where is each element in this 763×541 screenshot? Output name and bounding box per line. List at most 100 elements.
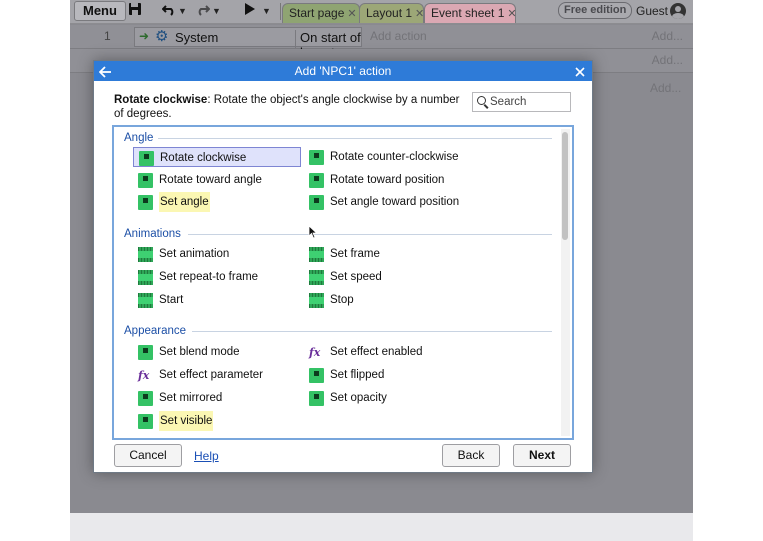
main-toolbar: Menu ▼ ▼ ▼ Start page ✕ Layout 1 ✕ Event s…: [70, 0, 693, 24]
action-set-opacity[interactable]: Set opacity: [304, 388, 469, 408]
action-label: Set mirrored: [159, 392, 223, 404]
add-link[interactable]: Add...: [652, 53, 683, 67]
cancel-button[interactable]: Cancel: [114, 444, 182, 467]
animation-icon: [138, 293, 153, 308]
tab-label: Event sheet 1: [431, 6, 505, 20]
action-label: Set animation: [159, 248, 230, 260]
undo-dropdown-icon[interactable]: ▼: [178, 1, 187, 21]
search-input[interactable]: [490, 94, 568, 110]
redo-dropdown-icon[interactable]: ▼: [212, 1, 221, 21]
action-set-animation[interactable]: Set animation: [133, 244, 298, 264]
event-number: 1: [104, 29, 111, 43]
sprite-icon: [309, 150, 324, 165]
action-list[interactable]: Angle Rotate clockwise Rotate counter-cl…: [112, 125, 574, 440]
action-label: Set angle: [159, 192, 210, 212]
action-set-visible[interactable]: Set visible: [133, 411, 298, 431]
next-button[interactable]: Next: [513, 444, 571, 467]
sprite-icon: [309, 368, 324, 383]
category-divider: [158, 138, 552, 139]
condition-object: System: [175, 30, 219, 45]
event-condition[interactable]: ➜ ⚙ System On start of layout: [134, 27, 362, 60]
action-label: Rotate toward angle: [159, 174, 262, 186]
dialog-title-bar: Add 'NPC1' action: [94, 61, 592, 81]
category-divider: [188, 234, 552, 235]
tab-layout-1[interactable]: Layout 1 ✕: [359, 3, 424, 23]
play-dropdown-icon[interactable]: ▼: [262, 1, 271, 21]
sprite-icon: [138, 195, 153, 210]
close-icon[interactable]: [575, 61, 585, 81]
animation-icon: [138, 270, 153, 285]
action-label: Start: [159, 294, 184, 306]
action-rotate-toward-angle[interactable]: Rotate toward angle: [133, 170, 298, 190]
add-action-link[interactable]: Add action: [370, 29, 427, 43]
action-label: Set opacity: [330, 392, 387, 404]
action-stop[interactable]: Stop: [304, 290, 469, 310]
action-set-mirrored[interactable]: Set mirrored: [133, 388, 298, 408]
action-label: Set frame: [330, 248, 380, 260]
action-set-angle[interactable]: Set angle: [133, 192, 298, 212]
play-icon[interactable]: [244, 1, 256, 21]
add-link[interactable]: Add...: [650, 81, 681, 95]
action-label: Set effect enabled: [330, 346, 423, 358]
action-rotate-toward-position[interactable]: Rotate toward position: [304, 170, 469, 190]
action-set-speed[interactable]: Set speed: [304, 267, 469, 287]
event-row[interactable]: 1 ➜ ⚙ System On start of layout Add acti…: [70, 25, 693, 60]
category-angle: Angle: [124, 132, 154, 144]
redo-icon[interactable]: [196, 1, 211, 21]
tab-close-icon[interactable]: ✕: [507, 8, 516, 20]
condition-trigger: On start of layout: [295, 30, 361, 60]
action-set-repeat-to-frame[interactable]: Set repeat-to frame: [133, 267, 298, 287]
category-appearance: Appearance: [124, 325, 187, 337]
action-label: Set speed: [330, 271, 382, 283]
help-link[interactable]: Help: [194, 449, 219, 463]
edition-badge[interactable]: Free edition: [558, 2, 633, 19]
sprite-icon: [138, 345, 153, 360]
action-label: Rotate clockwise: [160, 152, 247, 164]
category-animations: Animations: [124, 228, 181, 240]
sprite-icon: [309, 195, 324, 210]
action-description: Rotate clockwise: Rotate the object's an…: [114, 93, 466, 121]
action-rotate-clockwise[interactable]: Rotate clockwise: [133, 147, 301, 167]
tab-close-icon[interactable]: ✕: [415, 8, 424, 20]
action-set-flipped[interactable]: Set flipped: [304, 365, 469, 385]
animation-icon: [138, 247, 153, 262]
action-set-frame[interactable]: Set frame: [304, 244, 469, 264]
trigger-arrow-icon: ➜: [139, 29, 150, 43]
add-link[interactable]: Add...: [652, 29, 683, 43]
back-button[interactable]: Back: [442, 444, 500, 467]
tab-event-sheet-1[interactable]: Event sheet 1 ✕: [424, 3, 517, 23]
tab-label: Start page: [289, 6, 345, 20]
search-icon: [477, 96, 486, 105]
user-name[interactable]: Guest: [636, 3, 668, 20]
action-rotate-counter-clockwise[interactable]: Rotate counter-clockwise: [304, 147, 469, 167]
action-set-effect-enabled[interactable]: fx Set effect enabled: [304, 342, 469, 362]
action-label: Rotate counter-clockwise: [330, 151, 459, 163]
tab-label: Layout 1: [366, 6, 413, 20]
tab-close-icon[interactable]: ✕: [347, 8, 356, 20]
description-action-name: Rotate clockwise: [114, 94, 208, 106]
menu-button[interactable]: Menu: [74, 1, 126, 21]
action-label: Set angle toward position: [330, 196, 460, 208]
save-icon[interactable]: [128, 1, 142, 21]
undo-icon[interactable]: [161, 1, 176, 21]
toolbar-divider: [280, 3, 281, 20]
search-box[interactable]: [472, 92, 571, 112]
action-set-effect-parameter[interactable]: fx Set effect parameter: [133, 365, 298, 385]
tab-start-page[interactable]: Start page ✕: [282, 3, 360, 23]
action-label: Set visible: [159, 411, 214, 431]
list-scrollbar[interactable]: [561, 129, 570, 436]
action-label: Set effect parameter: [159, 369, 263, 381]
back-arrow-icon[interactable]: [98, 61, 112, 81]
action-start[interactable]: Start: [133, 290, 298, 310]
action-set-blend-mode[interactable]: Set blend mode: [133, 342, 298, 362]
user-avatar-icon[interactable]: [670, 3, 686, 19]
mouse-cursor-icon: [308, 225, 318, 239]
sprite-icon: [138, 173, 153, 188]
action-set-angle-toward-position[interactable]: Set angle toward position: [304, 192, 504, 212]
animation-icon: [309, 247, 324, 262]
action-label: Set flipped: [330, 369, 385, 381]
dialog-title: Add 'NPC1' action: [294, 64, 392, 78]
scrollbar-thumb[interactable]: [562, 132, 568, 240]
action-label: Set blend mode: [159, 346, 240, 358]
system-gear-icon: ⚙: [155, 28, 169, 45]
